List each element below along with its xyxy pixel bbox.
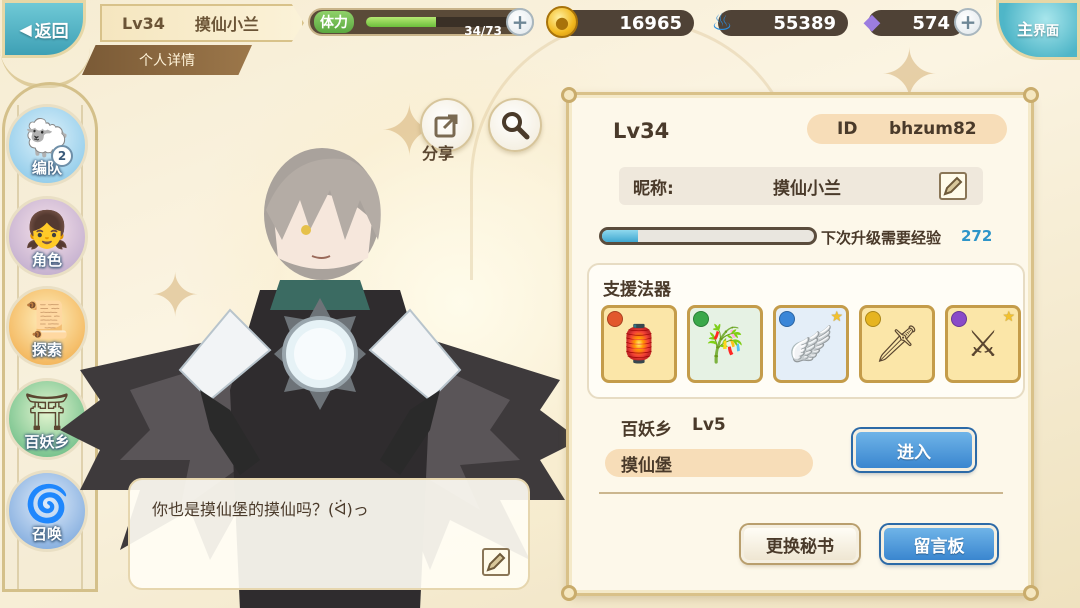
light-element-icon (865, 311, 881, 327)
crystal-icon: ◆ (863, 9, 881, 35)
plus-icon: + (511, 10, 529, 34)
pencil-icon (486, 552, 506, 572)
character-icon: 👧 (24, 210, 70, 251)
nickname-value: 摸仙小兰 (773, 178, 841, 199)
blue-flame-icon: ♨ (711, 8, 733, 36)
exp-needed: 272 (961, 227, 993, 245)
tab-personal-details-label: 个人详情 (139, 53, 195, 69)
village-owner: 摸仙堡 (605, 449, 813, 477)
stamina-count: 34/73 (464, 24, 502, 38)
edit-nickname-button[interactable] (939, 172, 967, 200)
exp-fill (602, 230, 639, 242)
tab-personal-details[interactable]: 个人详情 (82, 45, 252, 75)
support-artifacts-title: 支援法器 (603, 280, 671, 300)
sidebar-item-label: 召唤 (31, 525, 62, 543)
enter-village-button[interactable]: 进入 (853, 429, 975, 471)
red-lantern-artifact-icon: 🏮 (616, 324, 662, 365)
panel-corner (1023, 585, 1039, 601)
exp-bar (599, 227, 817, 245)
water-element-icon (779, 311, 795, 327)
gold-coin-icon: ● (546, 6, 578, 38)
dialog-text: 你也是摸仙堡的摸仙吗？(ᐛ)っ (152, 500, 369, 519)
village-info: 百妖乡 Lv5 (621, 415, 726, 440)
village-name: 百妖乡 (621, 420, 672, 440)
enter-village-label: 进入 (897, 442, 931, 463)
exp-label: 下次升级需要经验 (821, 229, 942, 247)
village-owner-name: 摸仙堡 (621, 455, 672, 476)
star-icon: ★ (830, 309, 843, 325)
share-label: 分享 (422, 144, 455, 163)
back-label: 返回 (34, 21, 69, 42)
violet-sword-artifact-icon: ⚔ (966, 323, 1000, 365)
change-secretary-button[interactable]: 更换秘书 (741, 525, 859, 563)
player-id-value: bhzum82 (889, 119, 977, 139)
sidebar-item-label: 百妖乡 (24, 433, 70, 451)
support-artifact-slot[interactable]: 🗡 (859, 305, 935, 383)
blue-wings-artifact-icon: 🪽 (788, 324, 834, 365)
player-name: 摸仙小兰 (194, 15, 259, 34)
fire-element-icon (607, 311, 623, 327)
add-crystal-button[interactable]: + (954, 8, 982, 36)
golden-blade-artifact-icon: 🗡 (874, 324, 920, 365)
panel-corner (561, 585, 577, 601)
zoom-button[interactable] (488, 98, 542, 152)
explore-icon: 📜 (24, 300, 70, 341)
profile-level: Lv34 (613, 119, 670, 143)
support-artifact-slot[interactable]: 🏮 (601, 305, 677, 383)
panel-corner (561, 87, 577, 103)
player-level-banner: Lv34 摸仙小兰 (100, 4, 304, 42)
sidebar-item-label: 角色 (31, 251, 62, 269)
magnifier-icon (502, 112, 530, 140)
plus-icon: + (959, 10, 977, 34)
message-board-label: 留言板 (913, 536, 965, 557)
dark-element-icon (951, 311, 967, 327)
team-count-badge: 2 (51, 145, 73, 167)
gold-counter: ● 16965 (546, 6, 694, 38)
change-secretary-label: 更换秘书 (766, 536, 834, 557)
player-id: ID bhzum82 (807, 114, 1007, 144)
nickname-label: 昵称: (633, 178, 674, 199)
support-artifact-slot[interactable]: 🎋 (687, 305, 763, 383)
support-artifacts-section: 支援法器 🏮 🎋 🪽 ★ 🗡 ⚔ ★ (587, 263, 1025, 399)
add-stamina-button[interactable]: + (506, 8, 534, 36)
profile-panel: Lv34 ID bhzum82 昵称: 摸仙小兰 下次升级需要经验 272 支援… (561, 87, 1039, 601)
green-jade-artifact-icon: 🎋 (702, 324, 748, 365)
spirit-flame-counter: ♨ 55389 (711, 8, 848, 36)
edit-dialog-icon[interactable] (482, 548, 510, 576)
wind-element-icon (693, 311, 709, 327)
share-icon (434, 114, 458, 138)
player-id-label: ID (837, 119, 858, 139)
spirit-flame-amount: 55389 (773, 12, 836, 34)
home-label: 主界面 (1016, 19, 1060, 39)
panel-divider (599, 492, 1003, 494)
support-artifact-slot[interactable]: 🪽 ★ (773, 305, 849, 383)
back-arrow-icon: ◀ (19, 19, 32, 39)
village-level: Lv5 (692, 415, 726, 435)
nickname-row: 昵称: 摸仙小兰 (619, 167, 983, 205)
panel-corner (1023, 87, 1039, 103)
summon-icon: 🌀 (24, 484, 70, 525)
stamina-bar: 体力 34/73 (308, 8, 534, 38)
gold-amount: 16965 (619, 12, 682, 34)
exp-bar-inner (602, 230, 814, 242)
player-level: Lv34 (122, 13, 165, 33)
stamina-label: 体力 (314, 11, 354, 33)
sidebar-item-label: 探索 (31, 341, 62, 359)
stamina-fill (366, 17, 436, 27)
character-dialog: 你也是摸仙堡的摸仙吗？(ᐛ)っ (128, 478, 530, 590)
star-icon: ★ (1002, 309, 1015, 325)
village-icon: ⛩ (24, 392, 70, 433)
message-board-button[interactable]: 留言板 (881, 525, 997, 563)
pencil-icon (943, 176, 963, 196)
crystal-amount: 574 (912, 12, 950, 34)
home-button[interactable]: 主界面 (996, 0, 1080, 60)
support-artifact-slot[interactable]: ⚔ ★ (945, 305, 1021, 383)
crystal-counter: ◆ 574 (864, 10, 964, 36)
